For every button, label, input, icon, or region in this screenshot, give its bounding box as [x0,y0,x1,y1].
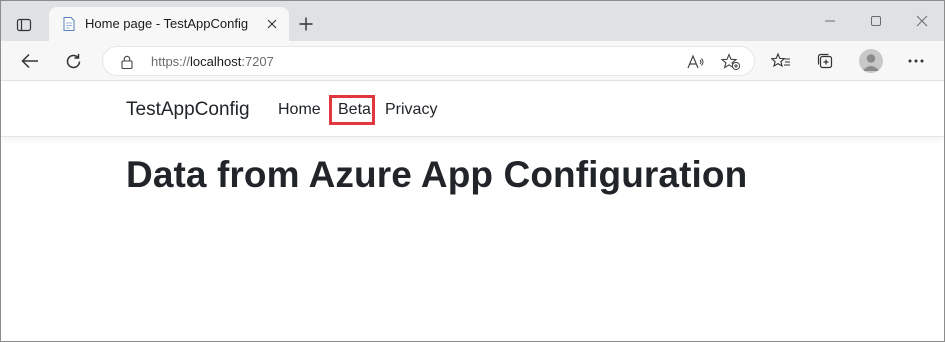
close-window-icon[interactable] [905,8,939,34]
more-icon[interactable] [902,48,930,74]
read-aloud-icon[interactable] [684,50,708,74]
nav-link-privacy[interactable]: Privacy [385,101,437,119]
browser-window: Home page - TestAppConfig https://localh… [0,0,945,342]
tab-actions-icon[interactable] [10,11,38,39]
page-icon [61,16,77,32]
plus-icon[interactable] [294,12,318,36]
page-heading: Data from Azure App Configuration [126,154,748,195]
url-scheme: https:// [151,54,191,69]
lock-icon[interactable] [119,54,135,70]
back-arrow-icon[interactable] [16,48,44,74]
highlight-box [329,95,375,125]
minimize-icon[interactable] [813,8,847,34]
url-text[interactable]: https://localhost:7207 [151,54,274,69]
close-icon[interactable] [263,15,281,33]
nav-link-home[interactable]: Home [278,101,321,119]
refresh-icon[interactable] [59,48,87,74]
tab-strip: Home page - TestAppConfig [1,1,944,41]
browser-tab[interactable]: Home page - TestAppConfig [49,7,289,41]
url-port: :7207 [241,54,274,69]
address-bar[interactable]: https://localhost:7207 [102,46,755,76]
browser-toolbar: https://localhost:7207 [1,41,944,81]
tab-title: Home page - TestAppConfig [85,16,249,31]
url-host: localhost [190,54,242,69]
favorites-icon[interactable] [767,48,795,74]
add-favorite-icon[interactable] [719,50,743,74]
profile-avatar-icon[interactable] [859,49,883,73]
site-navbar: TestAppConfig Home Beta Privacy [1,82,944,137]
site-brand-link[interactable]: TestAppConfig [126,99,250,121]
maximize-icon[interactable] [859,8,893,34]
collections-icon[interactable] [811,48,839,74]
